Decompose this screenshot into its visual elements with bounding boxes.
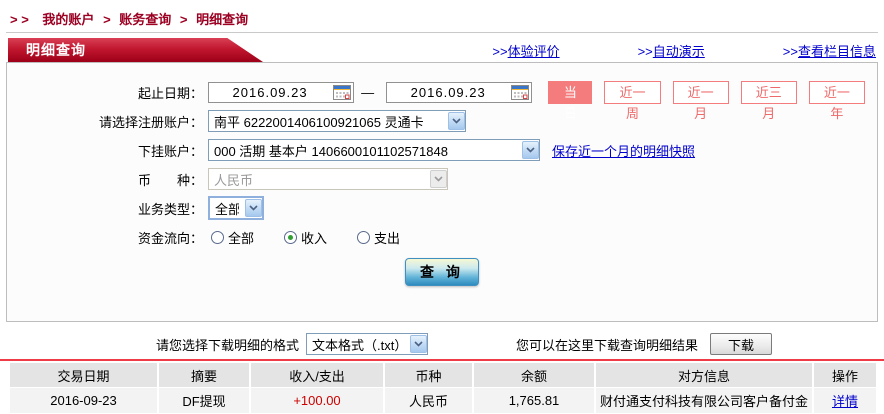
- breadcrumb-item-detail-query[interactable]: 明细查询: [196, 12, 248, 27]
- cell-currency: 人民币: [385, 388, 472, 413]
- currency-row: 币 种： 人民币: [7, 167, 877, 191]
- download-hint: 您可以在这里下载查询明细结果: [516, 335, 698, 354]
- header-links: >>体验评价 >>自动演示 >>查看栏目信息: [492, 41, 876, 60]
- sub-account-label: 下挂账户：: [7, 141, 203, 160]
- cell-counterparty: 财付通支付科技有限公司客户备付金: [596, 388, 812, 413]
- auto-demo-link[interactable]: >>自动演示: [638, 41, 705, 60]
- results-table: 交易日期 摘要 收入/支出 币种 余额 对方信息 操作 2016-09-23 D…: [8, 362, 878, 414]
- end-date-input[interactable]: 2016.09.23: [386, 82, 532, 103]
- col-summary: 摘要: [159, 363, 249, 387]
- business-type-label: 业务类型：: [7, 199, 203, 218]
- sub-account-row: 下挂账户： 000 活期 基本户 1406600101102571848 保存近…: [7, 138, 877, 162]
- query-panel: 起止日期： 2016.09.23 — 2016.09.23 当日 近一周 近一月…: [6, 62, 878, 322]
- col-transaction-date: 交易日期: [10, 363, 157, 387]
- col-counterparty: 对方信息: [596, 363, 812, 387]
- breadcrumb-separator: >: [103, 12, 111, 27]
- range-year-button[interactable]: 近一年: [809, 81, 865, 104]
- date-range-label: 起止日期：: [7, 83, 203, 102]
- flow-all-label: 全部: [228, 228, 254, 247]
- sub-account-value: 000 活期 基本户 1406600101102571848: [214, 141, 516, 160]
- radio-icon: [357, 231, 370, 244]
- table-row: 2016-09-23 DF提现 +100.00 人民币 1,765.81 财付通…: [10, 388, 876, 413]
- range-month-button[interactable]: 近一月: [673, 81, 729, 104]
- quick-range-buttons: 当日 近一周 近一月 近三月 近一年: [548, 81, 877, 104]
- chevron-down-icon: [522, 141, 539, 159]
- save-snapshot-link[interactable]: 保存近一个月的明细快照: [552, 141, 695, 160]
- cell-summary: DF提现: [159, 388, 249, 413]
- fund-flow-options: 全部 收入 支出: [211, 228, 430, 247]
- currency-label: 币 种：: [7, 170, 203, 189]
- table-header-row: 交易日期 摘要 收入/支出 币种 余额 对方信息 操作: [10, 363, 876, 387]
- business-type-row: 业务类型： 全部: [7, 196, 877, 220]
- cell-amount: +100.00: [251, 388, 383, 413]
- col-action: 操作: [814, 363, 876, 387]
- col-income-expense: 收入/支出: [251, 363, 383, 387]
- register-account-label: 请选择注册账户：: [7, 112, 203, 131]
- chevron-down-icon: [448, 112, 465, 130]
- range-quarter-button[interactable]: 近三月: [741, 81, 797, 104]
- view-column-info-link[interactable]: >>查看栏目信息: [783, 41, 876, 60]
- download-row: 请您选择下载明细的格式 文本格式（.txt） 您可以在这里下载查询明细结果 下载: [156, 332, 884, 356]
- radio-checked-icon: [284, 231, 297, 244]
- download-format-label: 请您选择下载明细的格式: [156, 335, 299, 354]
- radio-icon: [211, 231, 224, 244]
- detail-link[interactable]: 详情: [832, 394, 858, 409]
- chevron-down-icon: [245, 199, 262, 217]
- flow-expense-label: 支出: [374, 228, 400, 247]
- date-range-row: 起止日期： 2016.09.23 — 2016.09.23 当日 近一周 近一月…: [7, 80, 877, 104]
- breadcrumb: > > 我的账户 > 账务查询 > 明细查询: [0, 0, 884, 25]
- cell-balance: 1,765.81: [474, 388, 594, 413]
- calendar-icon[interactable]: [509, 84, 531, 101]
- download-button[interactable]: 下载: [710, 333, 772, 355]
- flow-expense-radio[interactable]: 支出: [357, 228, 400, 247]
- register-account-value: 南平 6222001406100921065 灵通卡: [214, 112, 442, 131]
- range-week-button[interactable]: 近一周: [604, 81, 660, 104]
- breadcrumb-prefix: > >: [10, 12, 29, 27]
- flow-income-radio[interactable]: 收入: [284, 228, 327, 247]
- sub-account-select[interactable]: 000 活期 基本户 1406600101102571848: [208, 139, 540, 161]
- business-type-select[interactable]: 全部: [208, 196, 264, 220]
- currency-value: 人民币: [214, 170, 424, 189]
- divider: [6, 32, 878, 33]
- tab-detail-query: 明细查询: [8, 38, 263, 62]
- chevron-down-icon: [430, 170, 447, 188]
- breadcrumb-separator: >: [180, 12, 188, 27]
- currency-select: 人民币: [208, 168, 448, 190]
- business-type-value: 全部: [215, 199, 239, 218]
- download-format-select[interactable]: 文本格式（.txt）: [306, 333, 428, 355]
- flow-income-label: 收入: [301, 228, 327, 247]
- fund-flow-row: 资金流向： 全部 收入 支出: [7, 225, 877, 249]
- register-account-select[interactable]: 南平 6222001406100921065 灵通卡: [208, 110, 466, 132]
- breadcrumb-item-account-query[interactable]: 账务查询: [119, 12, 171, 27]
- experience-review-link[interactable]: >>体验评价: [492, 41, 559, 60]
- col-balance: 余额: [474, 363, 594, 387]
- start-date-input[interactable]: 2016.09.23: [208, 82, 354, 103]
- breadcrumb-item-my-account[interactable]: 我的账户: [42, 12, 94, 27]
- fund-flow-label: 资金流向：: [7, 228, 203, 247]
- end-date-value: 2016.09.23: [387, 85, 509, 100]
- red-divider: [0, 359, 884, 361]
- register-account-row: 请选择注册账户： 南平 6222001406100921065 灵通卡: [7, 109, 877, 133]
- col-currency: 币种: [385, 363, 472, 387]
- date-dash: —: [361, 85, 374, 100]
- chevron-down-icon: [410, 335, 427, 353]
- download-format-value: 文本格式（.txt）: [312, 335, 404, 354]
- flow-all-radio[interactable]: 全部: [211, 228, 254, 247]
- start-date-value: 2016.09.23: [209, 85, 331, 100]
- query-button-row: 查 询: [7, 258, 877, 286]
- calendar-icon[interactable]: [331, 84, 353, 101]
- cell-transaction-date: 2016-09-23: [10, 388, 157, 413]
- range-today-button[interactable]: 当日: [548, 81, 592, 104]
- query-button[interactable]: 查 询: [405, 258, 479, 286]
- tab-row: 明细查询 >>体验评价 >>自动演示 >>查看栏目信息: [0, 38, 884, 62]
